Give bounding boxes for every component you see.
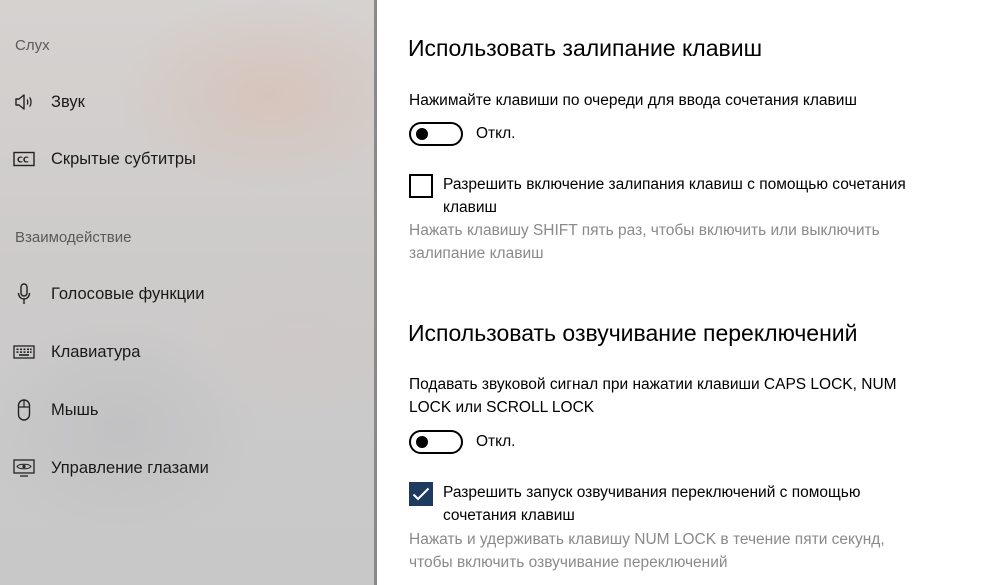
checkbox-label-line: Разрешить включение залипания клавиш с п… [443,176,906,193]
sticky-keys-shortcut-option: Разрешить включение залипания клавиш с п… [409,173,969,219]
sticky-keys-description: Нажимайте клавиши по очереди для ввода с… [409,92,857,109]
hint-line: чтобы включить озвучивание переключений [409,554,728,571]
sidebar-item-sound[interactable]: Звук [0,82,370,122]
checkbox-label-line: клавиш [443,199,497,216]
sidebar-item-label: Мышь [51,400,99,419]
toggle-keys-toggle[interactable] [409,430,463,454]
sidebar-item-label: Клавиатура [51,342,141,361]
sidebar-item-mouse[interactable]: Мышь [0,390,370,430]
toggle-keys-toggle-state: Откл. [476,433,516,450]
main-content: Использовать залипание клавиш Нажимайте … [377,0,1000,585]
toggle-knob [416,128,428,140]
sidebar: Слух Звук CC Скрытые субтитры Взаимодейс… [0,0,377,585]
toggle-keys-description: Подавать звуковой сигнал при нажатии кла… [409,373,949,419]
checkbox-label-line: сочетания клавиш [443,507,575,524]
hint-line: Нажать и удерживать клавишу NUM LOCK в т… [409,531,885,548]
toggle-keys-toggle-row: Откл. [409,430,515,454]
toggle-keys-heading: Использовать озвучивание переключений [408,320,858,346]
keyboard-icon [13,341,35,363]
hint-line: Нажать клавишу SHIFT пять раз, чтобы вкл… [409,222,880,239]
sidebar-item-label: Управление глазами [51,458,209,477]
closed-captions-icon: CC [13,148,35,170]
toggle-knob [416,436,428,448]
section-header-hearing: Слух [15,37,50,54]
sticky-keys-shortcut-label: Разрешить включение залипания клавиш с п… [443,173,906,219]
checkmark-icon [412,487,430,501]
toggle-keys-shortcut-option: Разрешить запуск озвучивания переключени… [409,481,969,527]
mouse-icon [13,399,35,421]
sidebar-item-label: Скрытые субтитры [51,149,196,168]
toggle-keys-hint: Нажать и удерживать клавишу NUM LOCK в т… [409,528,949,574]
description-line: LOCK или SCROLL LOCK [409,399,595,416]
hint-line: залипание клавиш [409,245,544,262]
eye-control-icon [13,457,35,479]
sidebar-item-keyboard[interactable]: Клавиатура [0,332,370,372]
sidebar-item-label: Звук [51,92,85,111]
section-header-interaction: Взаимодействие [15,229,132,246]
sticky-keys-toggle-state: Откл. [476,125,516,142]
sticky-keys-toggle-row: Откл. [409,122,515,146]
sticky-keys-shortcut-checkbox[interactable] [409,174,433,198]
toggle-keys-shortcut-label: Разрешить запуск озвучивания переключени… [443,481,860,527]
sidebar-item-eye-control[interactable]: Управление глазами [0,448,370,488]
toggle-keys-shortcut-checkbox[interactable] [409,482,433,506]
sidebar-item-label: Голосовые функции [51,284,205,303]
sticky-keys-toggle[interactable] [409,122,463,146]
sidebar-item-speech[interactable]: Голосовые функции [0,274,370,314]
description-line: Подавать звуковой сигнал при нажатии кла… [409,376,897,393]
sidebar-item-closed-captions[interactable]: CC Скрытые субтитры [0,139,370,179]
sticky-keys-heading: Использовать залипание клавиш [408,35,763,61]
speaker-icon [13,91,35,113]
svg-text:CC: CC [17,156,29,165]
microphone-icon [13,283,35,305]
sticky-keys-hint: Нажать клавишу SHIFT пять раз, чтобы вкл… [409,219,949,265]
checkbox-label-line: Разрешить запуск озвучивания переключени… [443,484,861,501]
